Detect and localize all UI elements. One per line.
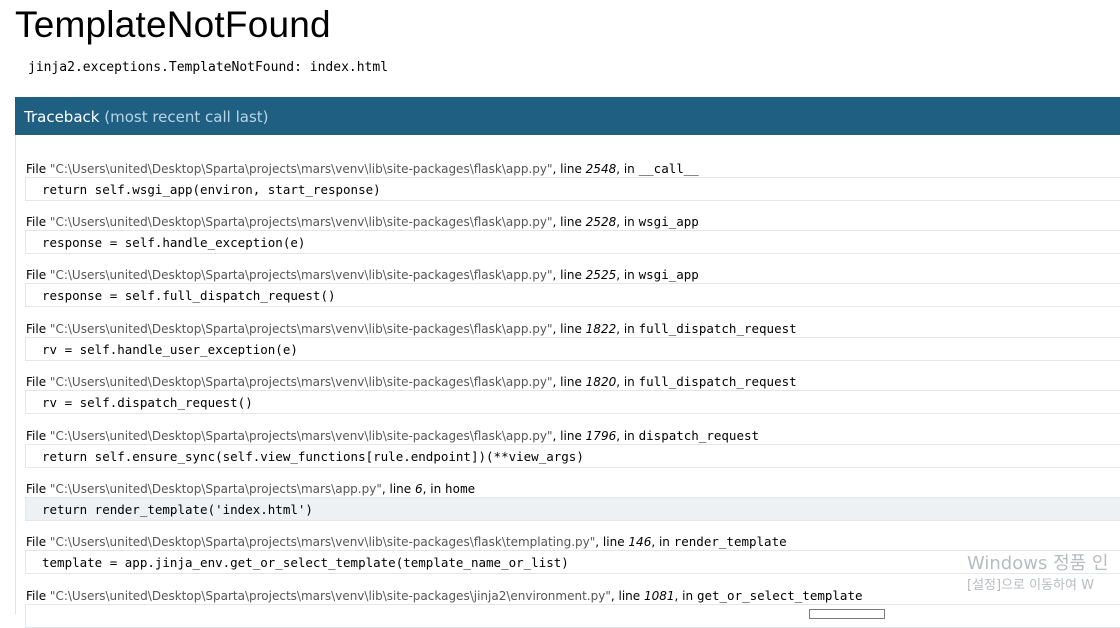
frame-file-line: File "C:\Users\united\Desktop\Sparta\pro… <box>25 427 1120 444</box>
page-title: TemplateNotFound <box>15 4 331 45</box>
frame-in-label: , in <box>616 429 635 443</box>
traceback-frame[interactable]: File "C:\Users\united\Desktop\Sparta\pro… <box>25 266 1120 307</box>
traceback-frame[interactable]: File "C:\Users\united\Desktop\Sparta\pro… <box>25 320 1120 361</box>
frame-file-line: File "C:\Users\united\Desktop\Sparta\pro… <box>25 266 1120 283</box>
frame-source-line[interactable]: rv = self.handle_user_exception(e) <box>25 337 1120 361</box>
frame-filename: "C:\Users\united\Desktop\Sparta\projects… <box>49 482 382 496</box>
frame-file-line: File "C:\Users\united\Desktop\Sparta\pro… <box>25 587 1120 604</box>
frame-in-label: , in <box>616 322 635 336</box>
traceback-frame[interactable]: File "C:\Users\united\Desktop\Sparta\pro… <box>25 427 1120 468</box>
frame-filename: "C:\Users\united\Desktop\Sparta\projects… <box>49 215 553 229</box>
traceback-header-toggle[interactable]: (most recent call last) <box>104 108 268 126</box>
frame-line-label: , line <box>552 215 582 229</box>
frame-line-label: , line <box>552 429 582 443</box>
frame-line-label: , line <box>552 375 582 389</box>
traceback-frame[interactable]: File "C:\Users\united\Desktop\Sparta\pro… <box>25 587 1120 628</box>
frame-source-line[interactable]: response = self.handle_exception(e) <box>25 230 1120 254</box>
traceback-frame[interactable]: File "C:\Users\united\Desktop\Sparta\pro… <box>25 160 1120 201</box>
traceback-frame[interactable]: File "C:\Users\united\Desktop\Sparta\pro… <box>25 533 1120 574</box>
frame-in-label: , in <box>674 589 694 603</box>
frame-file-prefix: File <box>26 535 47 549</box>
frame-line-label: , line <box>552 162 582 176</box>
frame-source-line[interactable]: return render_template('index.html') <box>25 497 1120 521</box>
frame-line-number: 2525 <box>585 268 617 282</box>
frame-file-prefix: File <box>26 482 47 496</box>
traceback-frame[interactable]: File "C:\Users\united\Desktop\Sparta\pro… <box>25 373 1120 414</box>
traceback-frame[interactable]: File "C:\Users\united\Desktop\Sparta\pro… <box>25 480 1120 521</box>
frame-file-line: File "C:\Users\united\Desktop\Sparta\pro… <box>25 480 1120 497</box>
frame-file-prefix: File <box>26 375 47 389</box>
frame-source-line[interactable] <box>25 604 1120 628</box>
frame-source-line[interactable]: rv = self.dispatch_request() <box>25 390 1120 414</box>
frame-in-label: , in <box>616 268 635 282</box>
frame-file-prefix: File <box>26 162 47 176</box>
frame-file-prefix: File <box>26 589 47 603</box>
frame-file-prefix: File <box>26 322 47 336</box>
frame-line-number: 1796 <box>585 429 617 443</box>
frame-line-label: , line <box>552 322 582 336</box>
frame-filename: "C:\Users\united\Desktop\Sparta\projects… <box>49 429 553 443</box>
frame-filename: "C:\Users\united\Desktop\Sparta\projects… <box>49 162 553 176</box>
frame-file-prefix: File <box>26 268 47 282</box>
frame-function-name: home <box>445 481 476 496</box>
frame-source-line[interactable]: return self.ensure_sync(self.view_functi… <box>25 444 1120 468</box>
frame-line-number: 146 <box>628 535 652 549</box>
frame-function-name: wsgi_app <box>638 214 699 229</box>
error-message: jinja2.exceptions.TemplateNotFound: inde… <box>28 60 389 75</box>
watermark-line-2: [설정]으로 이동하여 W <box>967 578 1094 593</box>
frame-in-label: , in <box>616 162 635 176</box>
frame-function-name: full_dispatch_request <box>638 321 797 336</box>
frame-line-number: 1820 <box>585 375 617 389</box>
frame-line-number: 2548 <box>585 162 617 176</box>
frame-filename: "C:\Users\united\Desktop\Sparta\projects… <box>49 535 596 549</box>
traceback-header: Traceback (most recent call last) <box>15 97 1120 135</box>
frame-filename: "C:\Users\united\Desktop\Sparta\projects… <box>49 268 553 282</box>
frame-file-prefix: File <box>26 429 47 443</box>
frame-function-name: dispatch_request <box>638 428 760 443</box>
frame-function-name: render_template <box>673 534 787 549</box>
frame-in-label: , in <box>616 375 635 389</box>
frame-function-name: full_dispatch_request <box>638 374 797 389</box>
frame-line-number: 2528 <box>585 215 617 229</box>
frame-filename: "C:\Users\united\Desktop\Sparta\projects… <box>49 375 553 389</box>
frame-line-label: , line <box>595 535 625 549</box>
frame-line-label: , line <box>381 482 412 496</box>
frame-in-label: , in <box>616 215 635 229</box>
frame-filename: "C:\Users\united\Desktop\Sparta\projects… <box>49 322 553 336</box>
frame-in-label: , in <box>422 482 442 496</box>
frame-filename: "C:\Users\united\Desktop\Sparta\projects… <box>49 589 611 603</box>
frame-function-name: wsgi_app <box>638 267 699 282</box>
frame-line-label: , line <box>610 589 641 603</box>
frame-file-line: File "C:\Users\united\Desktop\Sparta\pro… <box>25 533 1120 550</box>
frame-function-name: __call__ <box>638 161 699 176</box>
frame-line-number: 1822 <box>585 322 617 336</box>
frame-source-line[interactable]: response = self.full_dispatch_request() <box>25 283 1120 307</box>
frame-file-line: File "C:\Users\united\Desktop\Sparta\pro… <box>25 373 1120 390</box>
frame-file-prefix: File <box>26 215 47 229</box>
frame-file-line: File "C:\Users\united\Desktop\Sparta\pro… <box>25 213 1120 230</box>
frame-function-name: get_or_select_template <box>696 588 863 603</box>
frame-in-label: , in <box>651 535 670 549</box>
traceback-frame[interactable]: File "C:\Users\united\Desktop\Sparta\pro… <box>25 213 1120 254</box>
frame-line-label: , line <box>552 268 582 282</box>
watermark-line-1: Windows 정품 인 <box>967 553 1109 574</box>
frame-file-line: File "C:\Users\united\Desktop\Sparta\pro… <box>25 320 1120 337</box>
frame-source-line[interactable]: return self.wsgi_app(environ, start_resp… <box>25 177 1120 201</box>
frame-file-line: File "C:\Users\united\Desktop\Sparta\pro… <box>25 160 1120 177</box>
traceback-header-title: Traceback <box>24 108 100 126</box>
frame-line-number: 6 <box>414 482 423 496</box>
frame-line-number: 1081 <box>643 589 675 603</box>
partial-overlay-box <box>809 609 885 619</box>
windows-activation-watermark: Windows 정품 인 [설정]으로 이동하여 W <box>967 553 1108 597</box>
frame-source-line[interactable]: template = app.jinja_env.get_or_select_t… <box>25 550 1120 574</box>
